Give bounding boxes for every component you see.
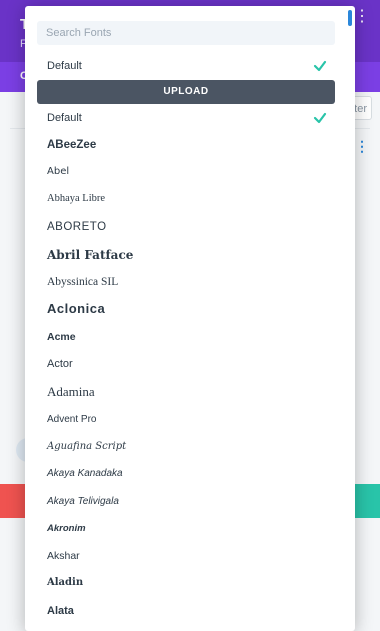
font-label: ABORETO (47, 221, 107, 233)
font-item-akshar[interactable]: Akshar (47, 545, 329, 567)
checkmark-icon (313, 112, 327, 124)
upload-button[interactable]: UPLOAD (37, 80, 335, 104)
font-label: Abel (47, 166, 70, 177)
font-item-alata[interactable]: Alata (47, 600, 329, 622)
font-label: Akronim (47, 523, 86, 534)
checkmark-icon (313, 60, 327, 72)
font-item-abyssinica-sil[interactable]: Abyssinica SIL (47, 271, 329, 293)
font-label: Alata (47, 605, 74, 617)
font-item-abeezee[interactable]: ABeeZee (47, 134, 329, 156)
font-label: Aladin (47, 577, 84, 588)
font-item-aclonica[interactable]: Aclonica (47, 298, 329, 320)
font-label: Akaya Kanadaka (47, 468, 123, 479)
font-label: Actor (47, 358, 73, 370)
font-item-abhaya-libre[interactable]: Abhaya Libre (47, 188, 329, 210)
font-label: Abhaya Libre (47, 193, 106, 204)
font-item-akronim[interactable]: Akronim (47, 518, 329, 540)
font-item-akaya-telivigala[interactable]: Akaya Telivigala (47, 491, 329, 513)
selected-font-item[interactable]: Default (47, 55, 329, 77)
font-item-default[interactable]: Default (47, 107, 329, 129)
font-item-aguafina-script[interactable]: Aguafina Script (47, 436, 329, 458)
font-item-advent-pro[interactable]: Advent Pro (47, 409, 329, 431)
font-item-aboreto[interactable]: ABORETO (47, 216, 329, 238)
font-label: Akaya Telivigala (47, 496, 119, 507)
font-label: Akshar (47, 550, 80, 562)
font-label: ABeeZee (47, 139, 97, 151)
font-label: Aguafina Script (47, 441, 127, 452)
font-item-abril-fatface[interactable]: Abril Fatface (47, 244, 329, 266)
font-label: Adamina (47, 384, 95, 399)
font-label: Advent Pro (47, 414, 97, 425)
font-label: Acme (47, 331, 76, 343)
more-options-icon[interactable]: ⋮ (354, 9, 370, 25)
font-label: Aclonica (47, 301, 106, 316)
font-item-abel[interactable]: Abel (47, 161, 329, 183)
font-item-adamina[interactable]: Adamina (47, 381, 329, 403)
font-item-acme[interactable]: Acme (47, 326, 329, 348)
search-fonts-input[interactable] (37, 21, 335, 45)
font-label: Default (47, 112, 82, 124)
font-dropdown: Default UPLOAD Default ABeeZee Abel Abha… (25, 6, 355, 631)
font-label: Abril Fatface (47, 248, 134, 262)
kebab-menu-icon[interactable]: ⋮ (355, 139, 369, 153)
font-item-actor[interactable]: Actor (47, 353, 329, 375)
scrollbar[interactable] (348, 10, 352, 26)
selected-font-label: Default (47, 60, 82, 72)
font-label: Abyssinica SIL (47, 276, 119, 288)
font-item-akaya-kanadaka[interactable]: Akaya Kanadaka (47, 463, 329, 485)
font-item-aladin[interactable]: Aladin (47, 572, 329, 594)
